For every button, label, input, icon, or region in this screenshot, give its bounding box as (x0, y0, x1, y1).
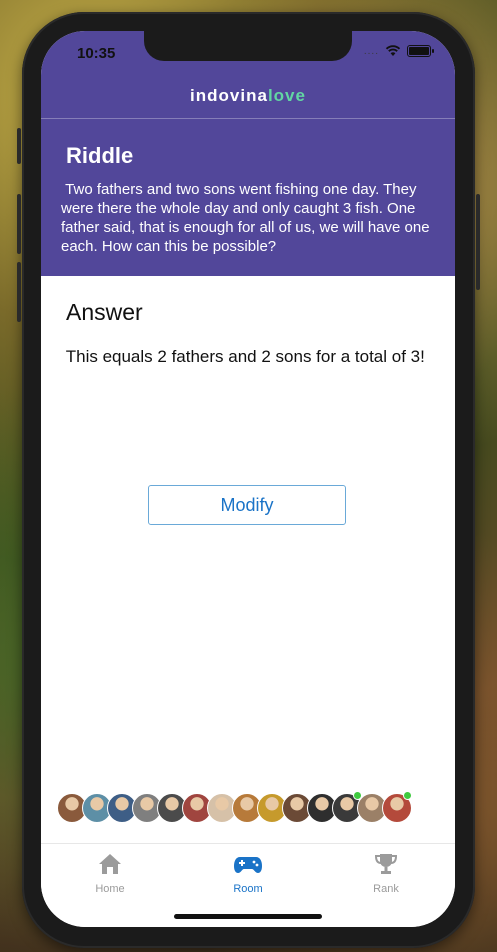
signal-icon: .... (363, 45, 379, 57)
app-logo[interactable]: indovinalove (41, 86, 455, 106)
tab-rank-label: Rank (373, 883, 399, 895)
mute-switch (17, 128, 21, 164)
tab-room[interactable]: Room (179, 844, 317, 904)
answer-title: Answer (66, 299, 143, 325)
modify-button[interactable]: Modify (148, 485, 346, 525)
riddle-header-panel: 10:35 .... indovinalove Riddle Two fathe… (41, 31, 455, 276)
trophy-icon (374, 854, 398, 874)
avatar[interactable] (382, 791, 412, 823)
volume-down-button (17, 262, 21, 322)
tab-home-label: Home (95, 883, 125, 895)
tab-room-label: Room (233, 883, 263, 895)
home-icon (99, 854, 121, 874)
status-indicators: .... (363, 45, 434, 57)
power-button (476, 194, 480, 290)
riddle-title: Riddle (66, 143, 134, 168)
volume-up-button (17, 194, 21, 254)
status-time: 10:35 (77, 45, 116, 62)
notch (144, 31, 352, 61)
gamepad-icon (234, 857, 262, 873)
app-screen: 10:35 .... indovinalove Riddle Two fathe… (41, 31, 455, 927)
answer-text: This equals 2 fathers and 2 sons for a t… (61, 347, 425, 366)
online-status-dot (403, 791, 412, 800)
riddle-text: Two fathers and two sons went fishing on… (61, 181, 434, 255)
home-indicator (174, 914, 322, 919)
logo-text-primary: indovina (190, 86, 268, 105)
header-divider (41, 118, 455, 119)
wifi-icon (385, 45, 401, 56)
tab-rank[interactable]: Rank (317, 844, 455, 904)
logo-text-accent: love (267, 86, 306, 105)
battery-icon (407, 45, 434, 57)
tab-home[interactable]: Home (41, 844, 179, 904)
